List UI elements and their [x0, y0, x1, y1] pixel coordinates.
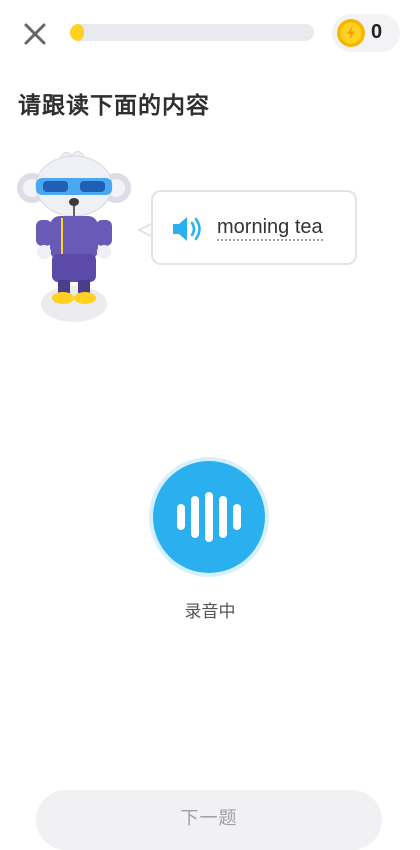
- koala-mascot: [17, 151, 131, 322]
- speaker-icon[interactable]: [171, 215, 205, 243]
- lesson-progress-bar: [70, 24, 314, 41]
- coin-counter[interactable]: 0: [332, 14, 400, 52]
- record-button[interactable]: [153, 461, 265, 573]
- recording-status: 录音中: [184, 602, 236, 622]
- waveform-bar: [219, 496, 227, 538]
- close-icon[interactable]: [18, 17, 52, 51]
- target-phrase[interactable]: morning tea: [217, 216, 323, 241]
- coin-icon: [337, 19, 365, 47]
- waveform-bar: [205, 492, 213, 542]
- top-bar: 0: [0, 0, 420, 66]
- waveform-bar: [233, 504, 241, 530]
- next-question-button[interactable]: 下一题: [36, 790, 382, 850]
- instruction-title: 请跟读下面的内容: [18, 93, 210, 119]
- lesson-progress-fill: [70, 24, 84, 41]
- speech-bubble: morning tea: [151, 190, 357, 265]
- coin-count: 0: [371, 21, 383, 43]
- waveform-bar: [177, 504, 185, 530]
- waveform-bar: [191, 496, 199, 538]
